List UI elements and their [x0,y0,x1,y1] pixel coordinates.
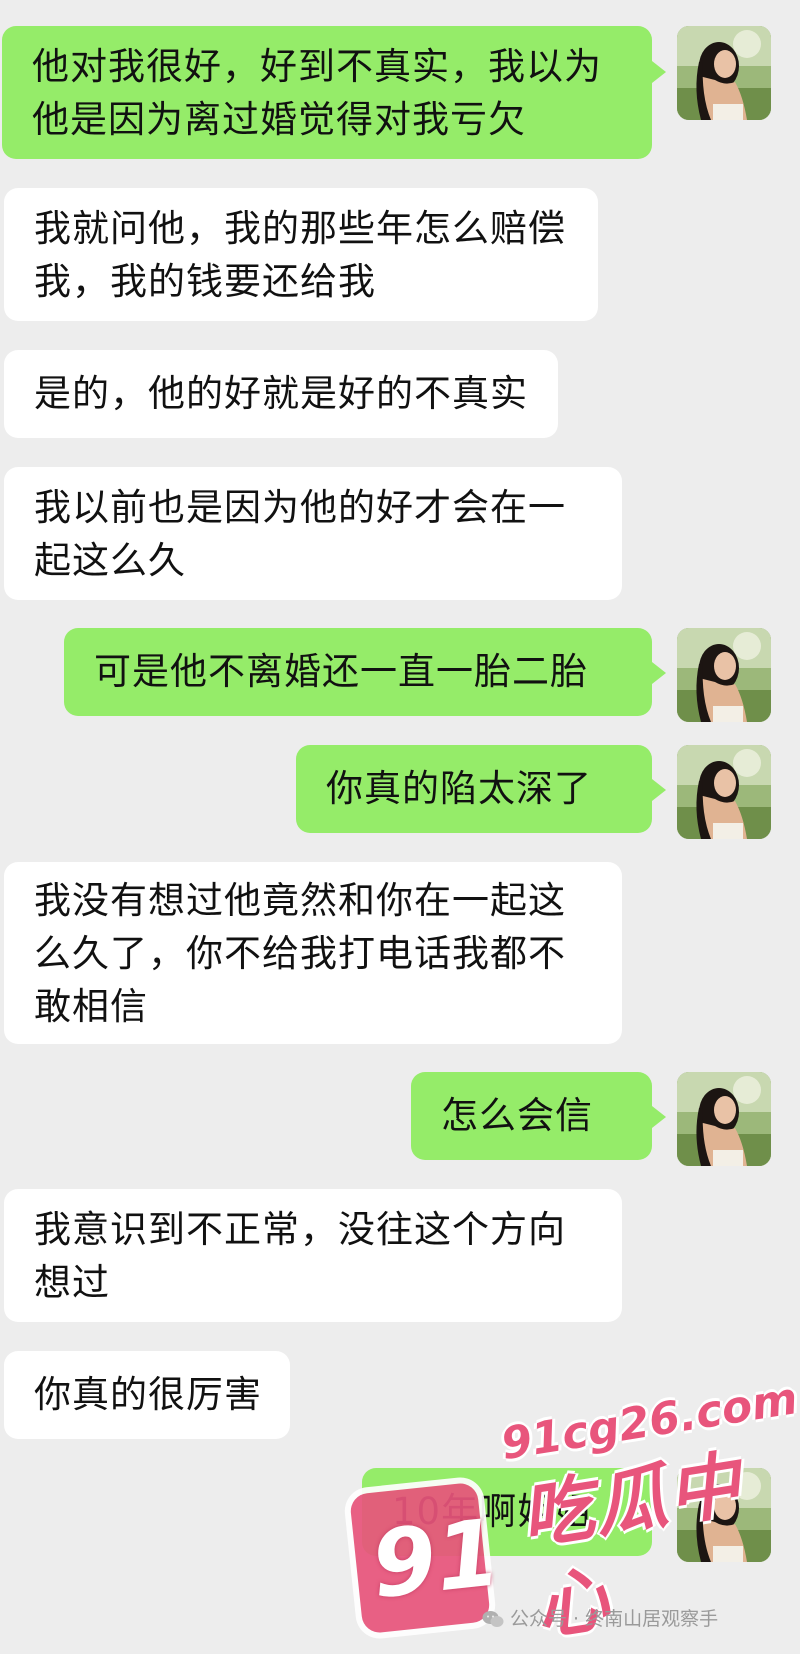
message-bubble-incoming[interactable]: 你真的很厉害 [4,1351,290,1439]
message-text: 我以前也是因为他的好才会在一起这么久 [34,486,566,582]
wechat-icon [482,1611,504,1627]
user-avatar-photo-icon [677,1072,771,1166]
message-text: 我意识到不正常，没往这个方向想过 [34,1208,566,1304]
message-bubble-incoming[interactable]: 我没有想过他竟然和你在一起这么久了，你不给我打电话我都不敢相信 [4,862,622,1044]
message-bubble-incoming[interactable]: 我以前也是因为他的好才会在一起这么久 [4,467,622,600]
watermark-source-text: 公众号 · 终南山居观察手 [510,1608,719,1630]
message-text: 你真的很厉害 [34,1373,262,1416]
bubble-tail [652,61,666,83]
user-avatar-photo-icon [677,745,771,839]
message-text: 你真的陷太深了 [326,767,592,810]
user-avatar-photo-icon [677,628,771,722]
message-bubble-outgoing[interactable]: 你真的陷太深了 [296,745,652,833]
watermark-source: 公众号 · 终南山居观察手 [482,1604,800,1634]
message-text: 是的，他的好就是好的不真实 [34,372,528,415]
message-bubble-outgoing[interactable]: 可是他不离婚还一直一胎二胎 [64,628,652,716]
user-avatar[interactable] [677,745,771,839]
message-text: 我就问他，我的那些年怎么赔偿我，我的钱要还给我 [34,207,566,303]
watermark-number: 91 [366,1499,506,1619]
message-bubble-outgoing[interactable]: 怎么会信 [411,1072,652,1160]
message-text: 怎么会信 [441,1094,593,1137]
message-bubble-incoming[interactable]: 我就问他，我的那些年怎么赔偿我，我的钱要还给我 [4,188,598,321]
user-avatar-photo-icon [677,26,771,120]
user-avatar[interactable] [677,26,771,120]
message-text: 他对我很好，好到不真实，我以为他是因为离过婚觉得对我亏欠 [32,45,602,141]
message-bubble-outgoing[interactable]: 他对我很好，好到不真实，我以为他是因为离过婚觉得对我亏欠 [2,26,652,159]
bubble-tail [652,779,666,801]
user-avatar[interactable] [677,628,771,722]
message-text: 我没有想过他竟然和你在一起这么久了，你不给我打电话我都不敢相信 [34,879,566,1028]
message-bubble-incoming[interactable]: 是的，他的好就是好的不真实 [4,350,558,438]
bubble-tail [652,662,666,684]
user-avatar[interactable] [677,1072,771,1166]
bubble-tail [652,1106,666,1128]
message-bubble-incoming[interactable]: 我意识到不正常，没往这个方向想过 [4,1189,622,1322]
message-text: 可是他不离婚还一直一胎二胎 [94,650,588,693]
